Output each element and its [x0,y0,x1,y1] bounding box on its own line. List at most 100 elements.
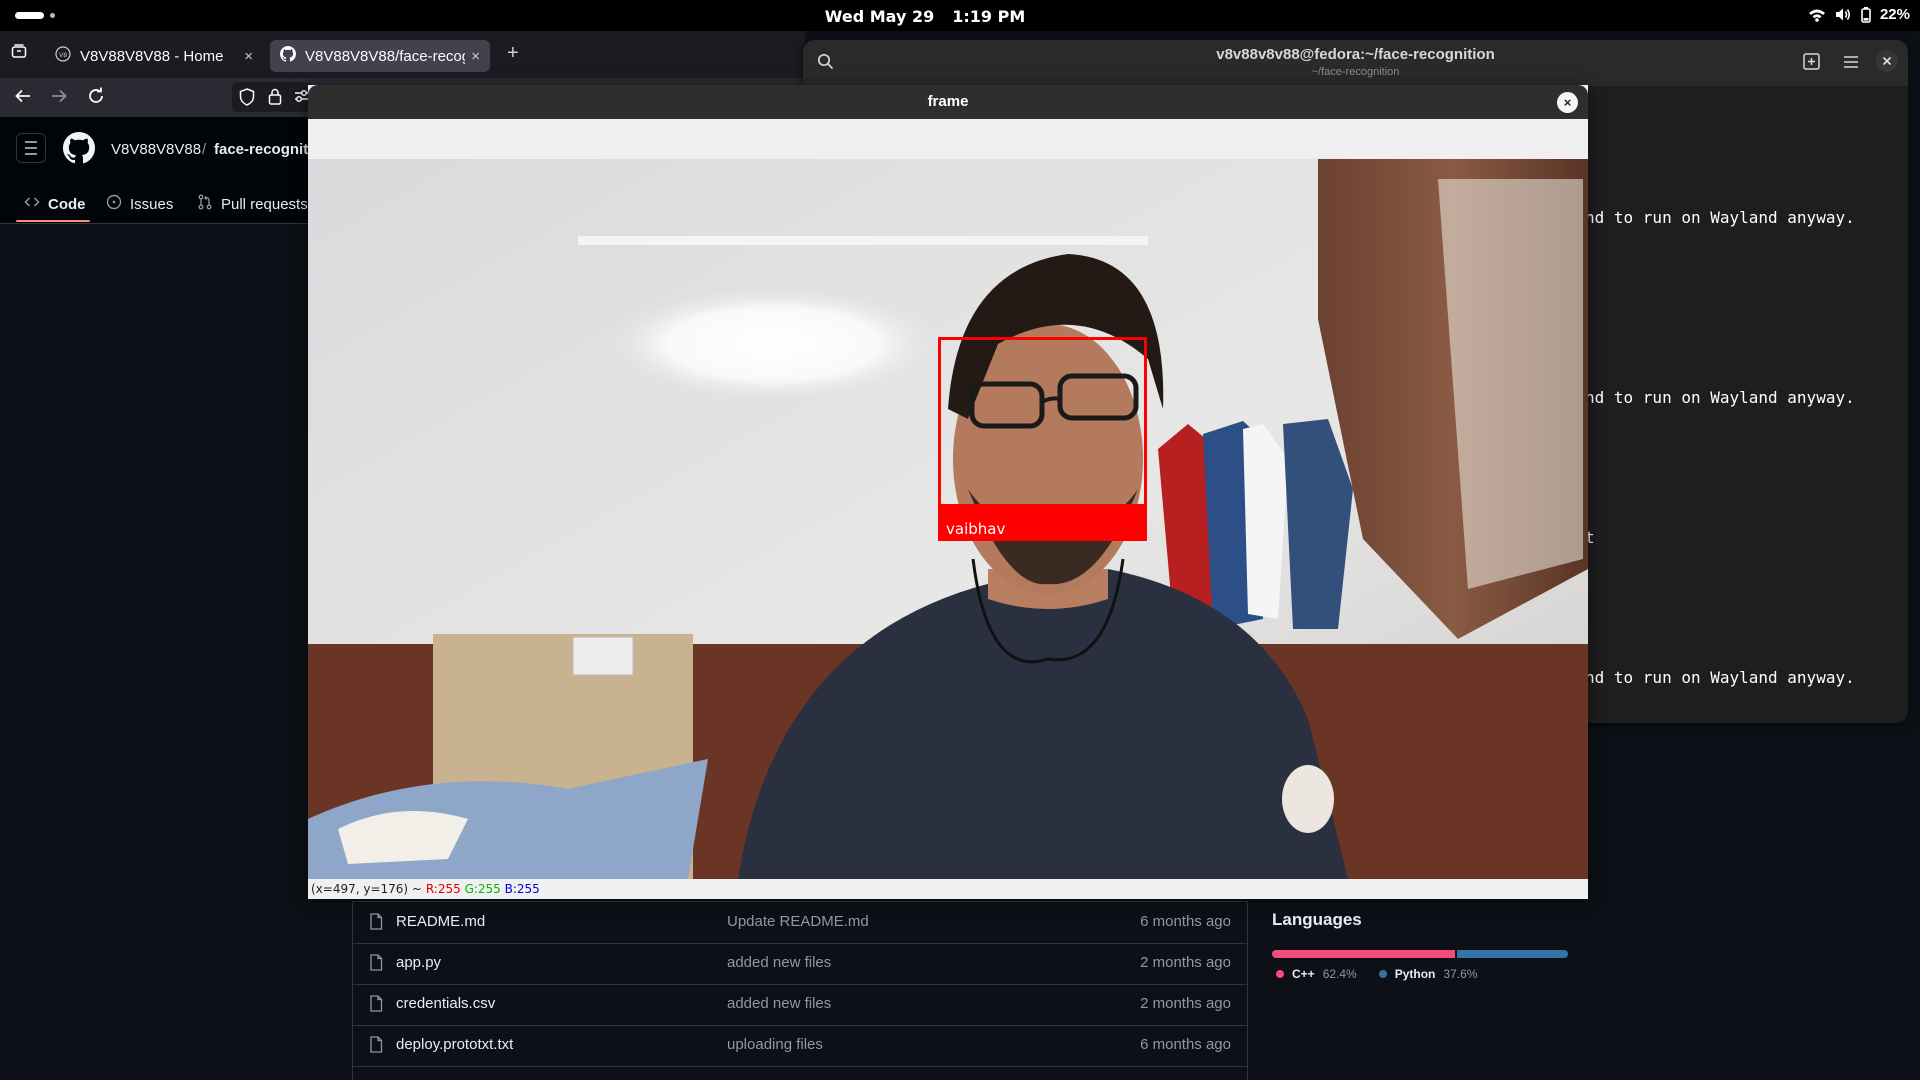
terminal-output-line: nd to run on Wayland anyway. [1585,388,1855,407]
github-repo-header: V8V88V8V88 / face-recogniti Code Issues … [0,117,312,224]
opencv-frame-window[interactable]: frame × vaibhav (x=497, y=176) ~ R:255 G… [308,85,1588,899]
tab-close-icon[interactable]: × [244,48,253,65]
terminal-header[interactable]: v8v88v8v88@fedora:~/face-recognition ~/f… [803,40,1908,86]
issue-opened-icon [106,194,122,214]
tab-close-icon[interactable]: × [471,48,480,65]
back-arrow-icon[interactable] [14,87,32,111]
language-bar-python [1457,950,1568,958]
terminal-output-line: nd to run on Wayland anyway. [1585,668,1855,687]
date-time[interactable]: Wed May 29 1:19 PM [0,7,1850,26]
url-bar[interactable] [232,82,312,112]
language-name: Python [1394,967,1436,981]
commit-age: 6 months ago [1140,1036,1231,1053]
blue-channel-value: B:255 [504,882,540,896]
logo-badge [1282,765,1334,833]
file-name-link[interactable]: credentials.csv [396,995,495,1012]
repo-tabs: Code Issues Pull requests [0,186,310,223]
lock-icon[interactable] [268,88,282,110]
commit-message-link[interactable]: Update README.md [727,913,869,930]
file-icon [369,913,383,934]
system-tray[interactable]: 22% [1808,6,1910,23]
repo-file-table: README.md Update README.md 6 months ago … [352,901,1248,1080]
repo-name-link[interactable]: face-recogniti [214,141,312,158]
language-bar-cpp [1272,950,1456,958]
table-row[interactable]: deploy.prototxt.txt uploading files 6 mo… [353,1025,1247,1067]
commit-age: 2 months ago [1140,995,1231,1012]
frame-title: frame [927,93,969,110]
volume-icon [1835,7,1852,22]
language-legend: C++ 62.4% Python 37.6% [1276,967,1477,981]
languages-heading: Languages [1272,910,1362,929]
reload-icon[interactable] [87,87,105,111]
new-tab-icon[interactable] [1803,53,1820,75]
language-item-python[interactable]: Python 37.6% [1378,967,1478,981]
language-bar [1272,950,1568,958]
tab-code[interactable]: Code [24,186,86,222]
close-icon[interactable] [1875,49,1899,78]
git-pull-request-icon [197,194,213,214]
file-name-link[interactable]: README.md [396,913,485,930]
breadcrumb-separator: / [202,141,207,158]
table-row[interactable]: credentials.csv added new files 2 months… [353,984,1247,1026]
terminal-title: v8v88v8v88@fedora:~/face-recognition [1216,46,1495,63]
frame-titlebar[interactable]: frame × [308,85,1588,119]
frame-toolbar [308,119,1588,159]
github-icon [280,46,296,66]
webcam-feed[interactable]: vaibhav [308,159,1588,879]
new-tab-button[interactable]: + [507,42,519,65]
commit-message-link[interactable]: added new files [727,995,831,1012]
tab-pull-requests[interactable]: Pull requests [197,186,308,222]
file-name-link[interactable]: app.py [396,954,441,971]
switch-board [572,636,634,676]
battery-percent: 22% [1879,6,1910,23]
commit-age: 2 months ago [1140,954,1231,971]
tube-light [598,284,948,404]
file-icon [369,995,383,1016]
github-logo-icon[interactable] [63,132,96,169]
commit-message-link[interactable]: uploading files [727,1036,823,1053]
svg-text:V8: V8 [59,52,67,59]
commit-message-link[interactable]: added new files [727,954,831,971]
tab-title: V8V88V8V88 - Home [80,47,224,65]
tab-overview-icon[interactable] [11,43,27,64]
pixel-status-bar: (x=497, y=176) ~ R:255 G:255 B:255 [308,879,1588,899]
hamburger-menu-icon[interactable] [1843,54,1859,74]
forward-arrow-icon[interactable] [50,87,68,111]
tab-face-recognition[interactable]: V8V88V8V88/face-recogn × [270,40,490,72]
face-label-background: vaibhav [938,504,1147,541]
selected-tab-underline [16,220,90,222]
commit-age: 6 months ago [1140,913,1231,930]
language-percent: 37.6% [1443,967,1478,981]
tab-pull-requests-label: Pull requests [221,195,308,213]
shield-icon[interactable] [239,88,255,111]
green-channel-value: G:255 [464,882,501,896]
v8-avatar-icon: V8 [55,46,71,66]
language-item-cpp[interactable]: C++ 62.4% [1276,967,1357,981]
cpp-color-dot [1276,970,1284,978]
cursor-coords: (x=497, y=176) ~ [311,882,422,896]
table-row[interactable]: app.py added new files 2 months ago [353,943,1247,985]
file-icon [369,954,383,975]
hamburger-menu-button[interactable] [16,133,46,163]
wall-ledge [578,236,1148,245]
tab-home[interactable]: V8 V8V88V8V88 - Home × [45,40,263,72]
language-name: C++ [1292,967,1315,981]
table-row[interactable]: README.md Update README.md 6 months ago [353,902,1247,944]
repo-owner-link[interactable]: V8V88V8V88 [111,141,201,158]
frame-close-button[interactable]: × [1557,92,1578,113]
browser-tab-strip: V8 V8V88V8V88 - Home × V8V88V8V88/face-r… [0,31,805,78]
battery-icon [1861,6,1871,23]
python-color-dot [1378,970,1387,978]
tab-issues-label: Issues [130,195,174,213]
date-label: Wed May 29 [824,7,935,26]
detected-name-label: vaibhav [946,520,1006,538]
language-percent: 62.4% [1322,967,1357,981]
tab-code-label: Code [48,195,86,213]
wifi-icon [1808,8,1826,22]
file-name-link[interactable]: deploy.prototxt.txt [396,1036,513,1053]
terminal-output-line: nd to run on Wayland anyway. [1585,208,1855,227]
code-icon [24,194,40,214]
tab-title: V8V88V8V88/face-recogn [305,47,466,65]
tab-issues[interactable]: Issues [106,186,173,222]
file-icon [369,1036,383,1057]
